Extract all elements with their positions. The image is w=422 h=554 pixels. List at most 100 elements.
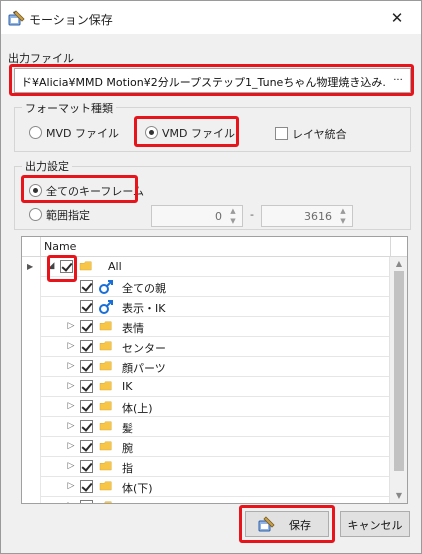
tree-row-label: 全ての親 [122, 282, 166, 295]
range-to-spinner[interactable]: 3616 ▲ ▼ [261, 205, 353, 227]
layer-merge-label: レイヤ統合 [292, 128, 347, 141]
row-column-separator [40, 477, 41, 497]
tree-row[interactable]: ▶ ◢ All [22, 257, 392, 277]
folder-icon [79, 261, 92, 271]
tree-row[interactable]: ▷ 体(上) [22, 397, 392, 417]
row-column-separator [40, 257, 41, 277]
tree-row[interactable]: 表示・IK [22, 297, 392, 317]
bone-tree: Name ▶ ◢ All 全ての親 表示・IK ▷ 表情 ▷ センター ▷ 顔パーツ ▷ IK ▷ 体(上)… [21, 236, 408, 504]
folder-icon [104, 501, 112, 503]
tree-row-label: 顔パーツ [122, 362, 166, 375]
folder-icon [99, 461, 112, 471]
tree-row[interactable]: ▷ 表情 [22, 317, 392, 337]
row-column-separator [40, 297, 41, 317]
save-button[interactable]: 保存 [245, 511, 329, 537]
expand-icon[interactable]: ▷ [66, 461, 76, 471]
row-column-separator [40, 377, 41, 397]
tree-row-label: All [108, 260, 122, 273]
row-checkbox[interactable] [80, 500, 93, 503]
output-path-field[interactable]: ド¥Alicia¥MMD Motion¥2分ループステップ1_Tuneちゃん物理… [14, 68, 411, 93]
row-column-separator [40, 497, 41, 503]
title-bar: モーション保存 ✕ [1, 1, 421, 34]
expand-icon[interactable]: ▷ [66, 321, 76, 331]
row-checkbox[interactable] [80, 380, 93, 393]
expand-icon[interactable]: ▷ [66, 341, 76, 351]
folder-icon [99, 361, 112, 371]
row-checkbox[interactable] [80, 320, 93, 333]
folder-icon [99, 401, 112, 411]
tree-row[interactable]: ▷ 顔パーツ [22, 357, 392, 377]
tree-row[interactable]: ▷ 体(下) [22, 477, 392, 497]
tree-row[interactable]: ▷ 指 [22, 457, 392, 477]
row-checkbox[interactable] [80, 280, 93, 293]
output-file-label: 出力ファイル [8, 52, 74, 65]
tree-header: Name [22, 237, 407, 257]
tree-row-label: IK [122, 380, 133, 393]
expand-icon[interactable]: ▷ [66, 481, 76, 491]
row-column-separator [40, 277, 41, 297]
row-column-separator [40, 317, 41, 337]
spin-down-icon[interactable]: ▼ [337, 217, 349, 226]
row-checkbox[interactable] [80, 440, 93, 453]
row-column-separator [40, 457, 41, 477]
expand-icon[interactable]: ▷ [66, 361, 76, 371]
bone-icon [99, 280, 113, 294]
row-column-separator [40, 397, 41, 417]
scroll-up-icon[interactable]: ▲ [390, 257, 408, 271]
tree-row-label: 表示・IK [122, 302, 166, 315]
tree-row-label: 足 [122, 500, 133, 503]
folder-icon [99, 481, 112, 491]
folder-icon [99, 421, 112, 431]
tree-row[interactable]: 全ての親 [22, 277, 392, 297]
row-checkbox[interactable] [80, 340, 93, 353]
expand-icon[interactable]: ▷ [66, 501, 76, 503]
all-keyframes-radio[interactable] [29, 184, 42, 197]
vmd-radio[interactable] [145, 126, 158, 139]
tree-row[interactable]: ▷ 髪 [22, 417, 392, 437]
mvd-radio[interactable] [29, 126, 42, 139]
collapse-icon[interactable]: ◢ [46, 261, 56, 271]
spin-up-icon[interactable]: ▲ [227, 207, 239, 216]
row-checkbox[interactable] [80, 360, 93, 373]
tree-row[interactable]: ▷足 [22, 497, 392, 503]
row-checkbox[interactable] [80, 460, 93, 473]
expand-icon[interactable]: ▷ [66, 441, 76, 451]
cancel-button[interactable]: キャンセル [340, 511, 410, 537]
tree-row[interactable]: ▷ IK [22, 377, 392, 397]
output-path-value: ド¥Alicia¥MMD Motion¥2分ループステップ1_Tuneちゃん物理… [21, 76, 385, 89]
folder-icon [99, 321, 112, 331]
expand-icon[interactable]: ▷ [66, 381, 76, 391]
scroll-down-icon[interactable]: ▼ [390, 489, 408, 503]
tree-row[interactable]: ▷ センター [22, 337, 392, 357]
name-column-header[interactable]: Name [44, 240, 76, 253]
spin-down-icon[interactable]: ▼ [227, 217, 239, 226]
range-radio[interactable] [29, 208, 42, 221]
close-button[interactable]: ✕ [381, 6, 413, 30]
tree-scrollbar[interactable]: ▲ ▼ [389, 257, 407, 503]
browse-button[interactable]: ··· [388, 72, 408, 89]
tree-row-label: 髪 [122, 422, 133, 435]
mvd-radio-label: MVD ファイル [46, 127, 119, 140]
row-checkbox[interactable] [80, 300, 93, 313]
all-keyframes-label: 全てのキーフレーム [46, 185, 145, 198]
row-checkbox[interactable] [80, 480, 93, 493]
row-checkbox[interactable] [80, 420, 93, 433]
range-label: 範囲指定 [46, 209, 90, 222]
row-checkbox[interactable] [80, 400, 93, 413]
column-separator [390, 237, 391, 257]
expand-icon[interactable]: ▷ [66, 401, 76, 411]
range-from-spinner[interactable]: 0 ▲ ▼ [151, 205, 243, 227]
bone-icon [99, 300, 113, 314]
tree-row[interactable]: ▷ 腕 [22, 437, 392, 457]
row-checkbox[interactable] [60, 260, 73, 273]
range-from-value: 0 [215, 210, 222, 223]
row-column-separator [40, 337, 41, 357]
scroll-thumb[interactable] [394, 271, 404, 471]
expand-icon[interactable]: ▷ [66, 421, 76, 431]
range-to-value: 3616 [304, 210, 332, 223]
tree-row-label: センター [122, 342, 166, 355]
column-separator [40, 237, 41, 257]
layer-merge-checkbox[interactable] [275, 127, 288, 140]
save-motion-icon [8, 10, 25, 26]
spin-up-icon[interactable]: ▲ [337, 207, 349, 216]
